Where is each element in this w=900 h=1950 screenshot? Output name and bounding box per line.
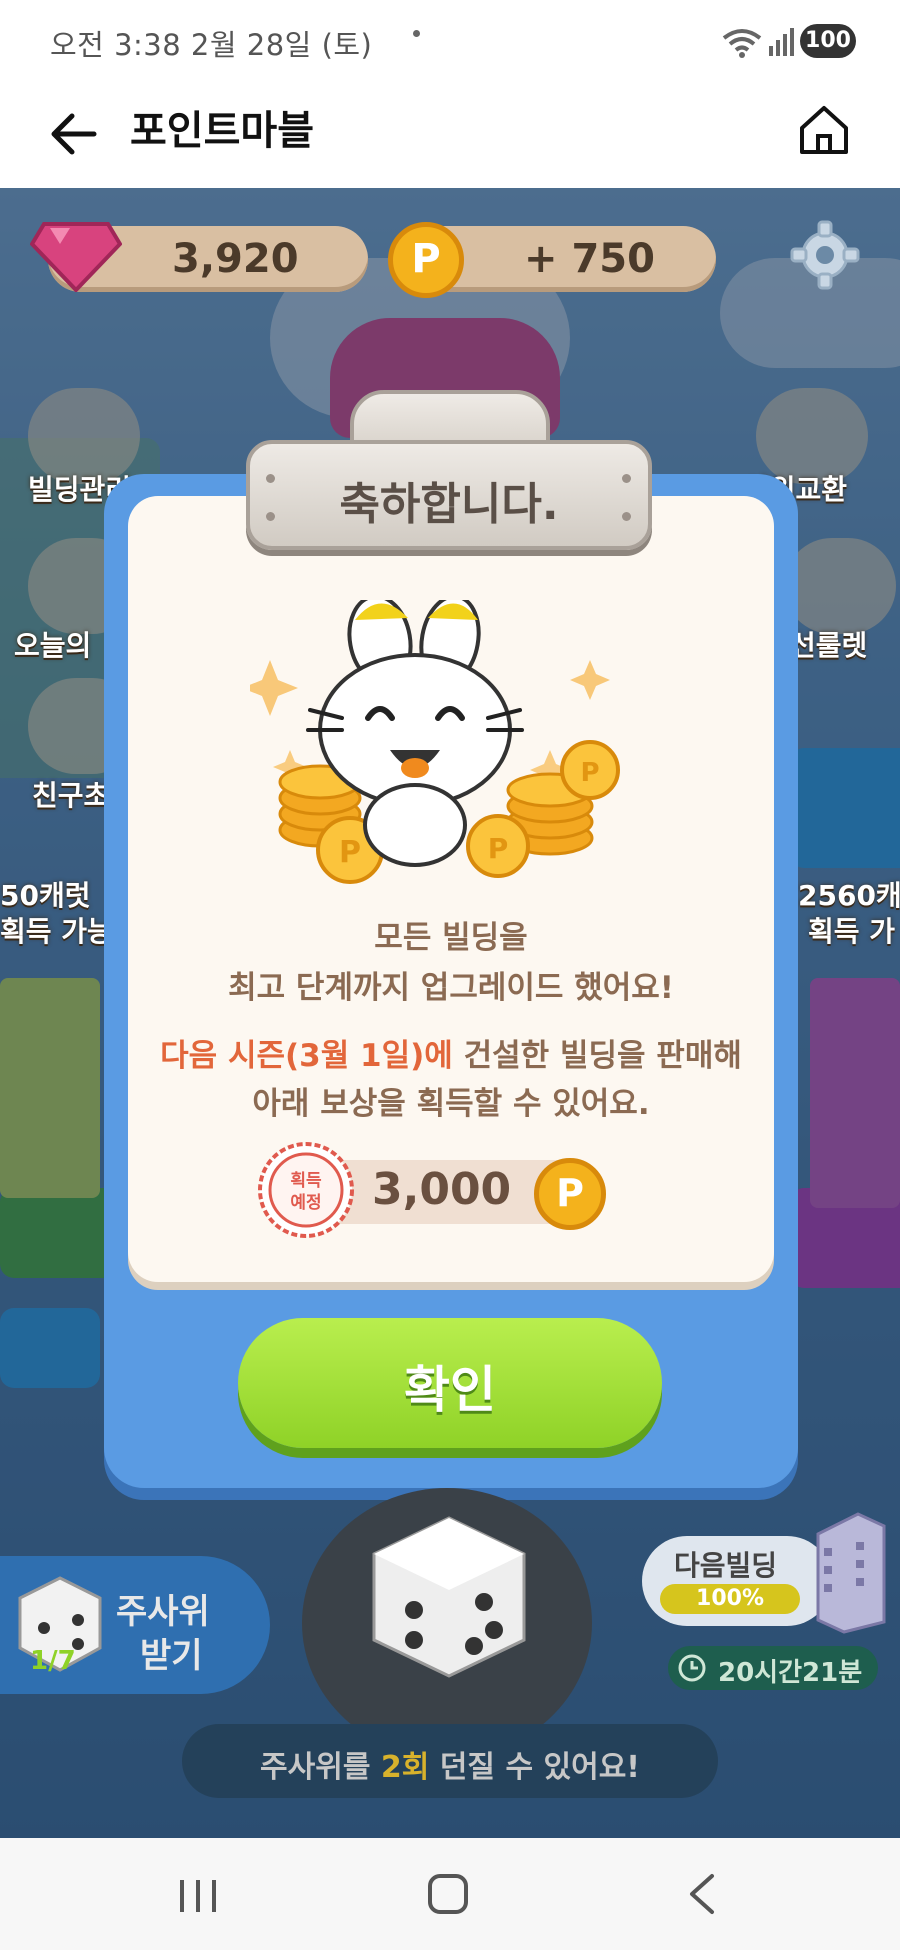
timer-text: 20시간21분 (718, 1658, 863, 1688)
back-nav-icon[interactable] (684, 1872, 720, 1916)
modal-message-line3-rest: 건설한 빌딩을 판매해 (452, 1038, 742, 1074)
home-nav-icon[interactable] (428, 1874, 468, 1914)
throw-dice-prefix: 주사위를 (260, 1750, 381, 1785)
next-season-highlight: 다음 시즌(3월 1일)에 (160, 1038, 453, 1074)
home-icon[interactable] (794, 100, 854, 160)
svg-text:P: P (339, 835, 361, 870)
modal-title: 축하합니다. (339, 479, 559, 530)
next-building-progress: 100% (660, 1584, 800, 1614)
back-arrow-icon[interactable] (44, 102, 108, 166)
next-building-label: 다음빌딩 (674, 1549, 778, 1582)
rabbit-mascot-with-coins-illustration: P P P (250, 600, 620, 884)
modal-message-line1: 모든 빌딩을 (374, 920, 528, 956)
reward-value: 3,000 (372, 1164, 512, 1215)
building-tower-icon (816, 1512, 886, 1634)
friend-invite-label: 친구초 (32, 779, 110, 812)
page-title: 포인트마블 (130, 108, 314, 154)
dice-icon[interactable] (364, 1510, 534, 1680)
dice-count: 1/7 (30, 1646, 76, 1676)
notification-dot-icon (413, 30, 420, 37)
right-reward-line2: 획득 가 (808, 915, 896, 948)
modal-message-line4: 아래 보상을 획득할 수 있어요. (252, 1086, 650, 1122)
expected-reward-stamp: 획득 예정 (258, 1142, 354, 1238)
roulette-label: 선룰렛 (790, 629, 868, 662)
wifi-icon (722, 29, 762, 58)
stamp-line1: 획득 (290, 1171, 322, 1191)
stamp-line2: 예정 (290, 1193, 321, 1213)
modal-message-line2: 최고 단계까지 업그레이드 했어요! (228, 970, 674, 1006)
receive-dice-label-line2: 받기 (140, 1636, 203, 1676)
status-time: 오전 3:38 2월 28일 (토) (50, 28, 373, 62)
svg-text:P: P (488, 832, 509, 865)
right-reward-line1: 2560캐 (798, 879, 900, 912)
gem-icon (30, 222, 122, 292)
gem-value: 3,920 (172, 236, 299, 282)
today-label: 오늘의 (14, 629, 92, 662)
modal-message-line3: 다음 시즌(3월 1일)에 건설한 빌딩을 판매해 (128, 1030, 774, 1075)
battery-indicator: 100 (800, 24, 856, 58)
point-gain-value: + 750 (524, 236, 655, 282)
point-coin-icon: P (388, 222, 464, 298)
signal-icon (769, 28, 794, 56)
receive-dice-label-line1: 주사위 (116, 1592, 210, 1632)
confirm-button-label: 확인 (404, 1361, 496, 1419)
throw-dice-text: 주사위를 2회 던질 수 있어요! (182, 1742, 718, 1786)
recent-apps-icon[interactable] (178, 1876, 218, 1916)
clock-icon (678, 1654, 706, 1682)
left-reward-line1: 50캐럿 (0, 879, 91, 912)
reward-point-coin-icon: P (534, 1158, 606, 1230)
left-reward-line2: 획득 가능 (0, 915, 113, 948)
svg-text:P: P (580, 758, 599, 788)
throw-dice-suffix: 던질 수 있어요! (429, 1750, 640, 1785)
settings-gear-icon[interactable] (790, 220, 860, 290)
throw-count-highlight: 2회 (380, 1750, 430, 1785)
